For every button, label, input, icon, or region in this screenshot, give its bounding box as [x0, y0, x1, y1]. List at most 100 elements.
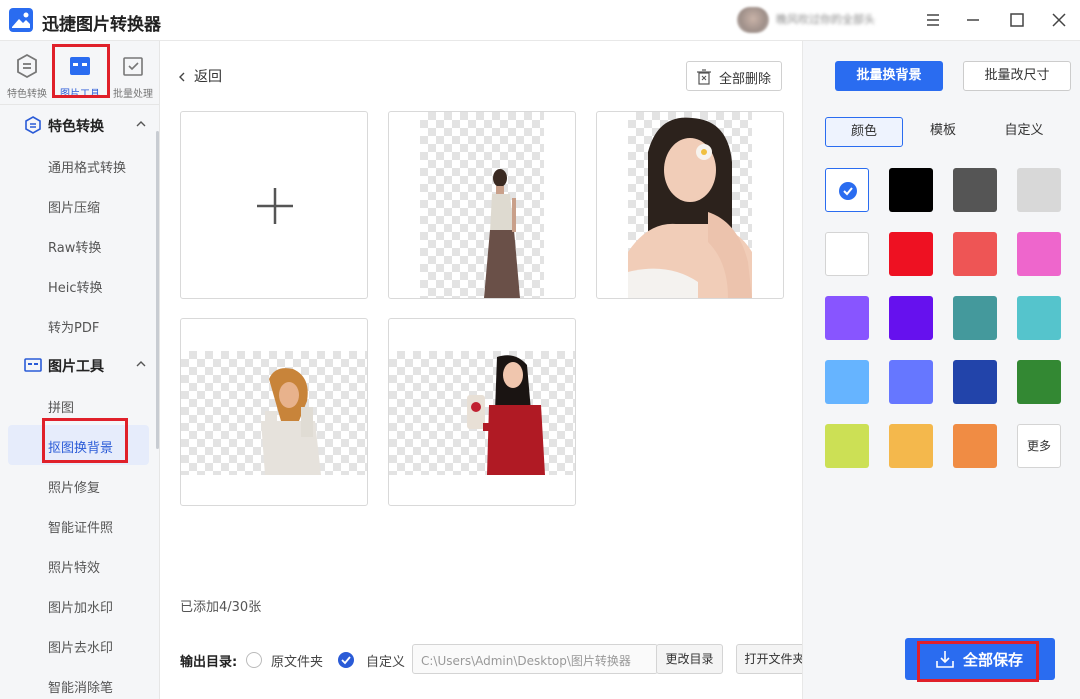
image-thumbnail — [628, 117, 752, 298]
tab-batch-process[interactable]: 批量处理 — [107, 49, 159, 100]
main-area: 返回 全部删除 已添加4/30张 输出目录: 原文件夹 自定义 C:\Users… — [160, 41, 813, 699]
image-card[interactable] — [596, 111, 784, 299]
sidebar-item-general-format[interactable]: 通用格式转换 — [0, 145, 159, 185]
sidebar-item-raw[interactable]: Raw转换 — [0, 225, 159, 265]
color-swatch[interactable] — [1017, 360, 1061, 404]
swatch-transparent-selected[interactable] — [825, 168, 869, 212]
sidebar-item-photo-repair[interactable]: 照片修复 — [0, 465, 159, 505]
output-path-field[interactable]: C:\Users\Admin\Desktop\图片转换器 — [412, 644, 658, 674]
close-icon[interactable] — [1048, 9, 1070, 31]
add-image-card[interactable] — [180, 111, 368, 299]
color-swatch[interactable] — [889, 232, 933, 276]
tab-template[interactable]: 模板 — [913, 117, 973, 147]
sidebar-item-smart-eraser[interactable]: 智能消除笔 — [0, 665, 159, 699]
minimize-icon[interactable] — [962, 9, 984, 31]
menu-icon[interactable] — [922, 9, 944, 31]
color-swatch[interactable] — [825, 360, 869, 404]
avatar[interactable] — [737, 7, 769, 33]
chevron-up-icon — [136, 121, 146, 127]
radio-original-label: 原文件夹 — [271, 655, 324, 670]
nav-list: 特色转换 通用格式转换 图片压缩 Raw转换 Heic转换 转为PDF 图片工具… — [0, 105, 159, 699]
sidebar-item-id-photo[interactable]: 智能证件照 — [0, 505, 159, 545]
check-icon — [839, 182, 857, 200]
nav-item-label: 通用格式转换 — [48, 161, 127, 176]
sidebar-item-to-pdf[interactable]: 转为PDF — [0, 305, 159, 345]
check-icon — [341, 656, 351, 665]
nav-group-title: 图片工具 — [48, 359, 104, 375]
nav-item-label: 转为PDF — [48, 321, 100, 336]
app-title: 迅捷图片转换器 — [42, 15, 161, 35]
sidebar-item-add-watermark[interactable]: 图片加水印 — [0, 585, 159, 625]
convert-icon — [17, 53, 37, 79]
color-swatch[interactable] — [953, 232, 997, 276]
nav-item-label: 照片修复 — [48, 481, 101, 496]
sidebar-item-remove-watermark[interactable]: 图片去水印 — [0, 625, 159, 665]
nav-group-title: 特色转换 — [48, 119, 104, 135]
color-swatch[interactable] — [953, 168, 997, 212]
highlight-box — [917, 641, 1039, 682]
tab-custom[interactable]: 自定义 — [993, 117, 1055, 147]
user-name[interactable]: 晚风吹过你的全部头 — [776, 11, 906, 27]
batch-resize-button[interactable]: 批量改尺寸 — [963, 61, 1071, 91]
sidebar-item-photo-effects[interactable]: 照片特效 — [0, 545, 159, 585]
right-panel: 批量换背景 批量改尺寸 颜色 模板 自定义 更多 全部保存 — [802, 41, 1080, 699]
radio-original-folder[interactable] — [246, 652, 262, 668]
color-swatch[interactable] — [889, 424, 933, 468]
image-card[interactable] — [180, 318, 368, 506]
image-card[interactable] — [388, 111, 576, 299]
nav-item-label: Raw转换 — [48, 241, 102, 256]
color-swatch[interactable] — [825, 424, 869, 468]
nav-item-label: 拼图 — [48, 401, 75, 416]
back-label: 返回 — [194, 69, 222, 85]
maximize-icon[interactable] — [1006, 9, 1028, 31]
radio-custom-folder[interactable] — [338, 652, 354, 668]
back-button[interactable]: 返回 — [178, 66, 222, 86]
sidebar-item-compress[interactable]: 图片压缩 — [0, 185, 159, 225]
highlight-box — [42, 418, 128, 463]
chevron-up-icon — [136, 361, 146, 367]
plus-icon — [257, 188, 293, 224]
image-thumbnail — [484, 169, 520, 298]
color-swatch[interactable] — [889, 168, 933, 212]
image-card[interactable] — [388, 318, 576, 506]
color-swatch[interactable] — [953, 360, 997, 404]
nav-group-image-tools[interactable]: 图片工具 — [0, 345, 159, 385]
color-swatch[interactable] — [1017, 168, 1061, 212]
color-swatch[interactable] — [953, 424, 997, 468]
delete-all-button[interactable]: 全部删除 — [686, 61, 782, 91]
color-swatch[interactable] — [1017, 232, 1061, 276]
trash-icon — [697, 69, 711, 85]
added-count: 已添加4/30张 — [180, 600, 262, 615]
tab-color[interactable]: 颜色 — [825, 117, 903, 147]
color-swatch[interactable] — [1017, 296, 1061, 340]
change-dir-button[interactable]: 更改目录 — [656, 644, 723, 674]
chevron-left-icon — [179, 72, 185, 82]
tab-label: 特色转换 — [7, 89, 47, 100]
batch-background-button[interactable]: 批量换背景 — [835, 61, 943, 91]
image-tools-icon — [24, 358, 42, 372]
color-swatch[interactable] — [825, 232, 869, 276]
left-sidebar: 特色转换 图片工具 批量处理 特色转换 通用格式转换 图片压缩 Raw转换 He… — [0, 41, 160, 699]
nav-group-feature-convert[interactable]: 特色转换 — [0, 105, 159, 145]
color-swatch[interactable] — [953, 296, 997, 340]
title-bar: 迅捷图片转换器 晚风吹过你的全部头 — [0, 0, 1080, 41]
delete-all-label: 全部删除 — [719, 72, 772, 87]
nav-item-label: 图片加水印 — [48, 601, 114, 616]
highlight-box — [52, 44, 110, 98]
more-colors-button[interactable]: 更多 — [1017, 424, 1061, 468]
color-swatch[interactable] — [889, 296, 933, 340]
nav-item-label: 图片压缩 — [48, 201, 101, 216]
color-swatch[interactable] — [889, 360, 933, 404]
nav-item-label: 智能证件照 — [48, 521, 114, 536]
convert-icon — [25, 116, 41, 134]
tab-feature-convert[interactable]: 特色转换 — [1, 49, 53, 100]
color-swatch[interactable] — [825, 296, 869, 340]
image-thumbnail — [261, 368, 321, 475]
app-logo-icon — [9, 8, 33, 32]
sidebar-scrollbar[interactable] — [156, 131, 159, 449]
sidebar-item-heic[interactable]: Heic转换 — [0, 265, 159, 305]
batch-icon — [123, 57, 143, 76]
image-thumbnail — [467, 355, 545, 475]
output-dir-label: 输出目录: — [180, 655, 238, 670]
nav-item-label: 照片特效 — [48, 561, 101, 576]
